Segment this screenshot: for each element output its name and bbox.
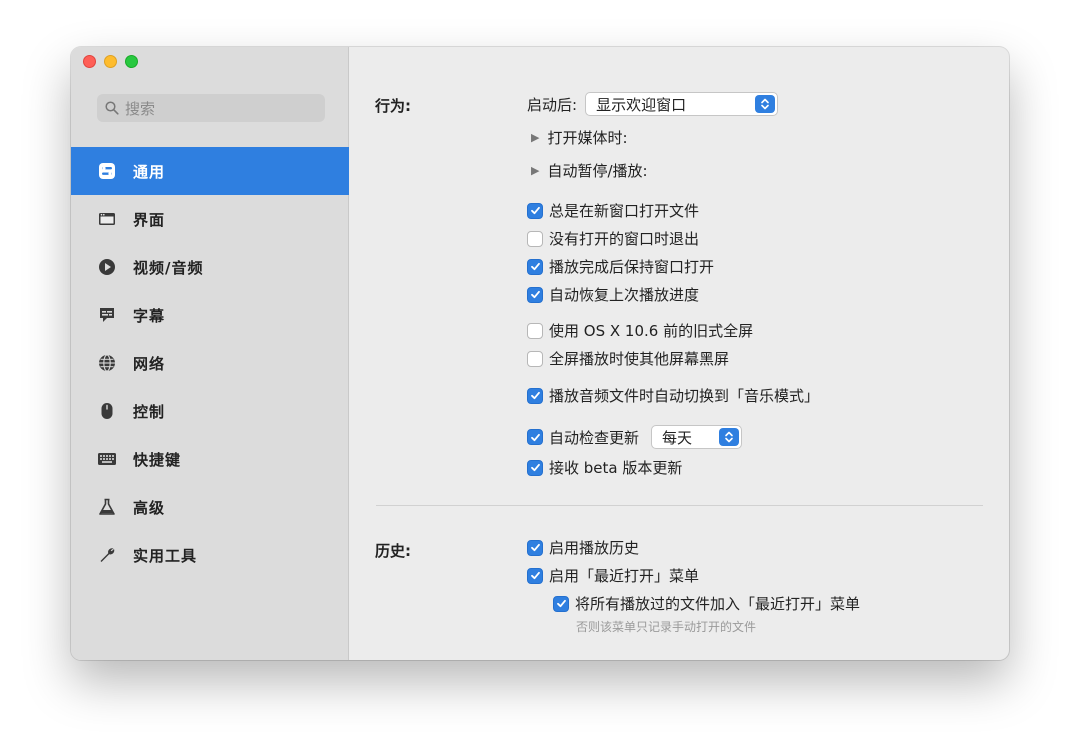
sidebar-item-label: 通用 (133, 162, 166, 181)
checkbox-label: 自动检查更新 (549, 428, 640, 447)
sidebar-item-label: 网络 (133, 354, 166, 373)
sidebar-item-advanced[interactable]: 高级 (71, 483, 349, 531)
sidebar-item-label: 字幕 (133, 306, 166, 325)
subtitle-bubble-icon (97, 305, 117, 325)
update-frequency-value: 每天 (662, 428, 693, 447)
checkbox-unchecked-icon (527, 322, 543, 339)
checkbox-label: 播放完成后保持窗口打开 (549, 258, 715, 276)
popup-arrows-icon (755, 95, 776, 113)
checkbox-label: 将所有播放过的文件加入「最近打开」菜单 (575, 595, 861, 613)
checkbox-checked-icon (527, 387, 543, 404)
checkbox-auto-check-updates[interactable]: 自动检查更新 每天 (527, 425, 743, 449)
launch-action-popup[interactable]: 显示欢迎窗口 (585, 92, 779, 116)
checkbox-keep-window-open[interactable]: 播放完成后保持窗口打开 (527, 256, 714, 277)
checkbox-music-mode[interactable]: 播放音频文件时自动切换到「音乐模式」 (527, 385, 819, 406)
checkbox-label: 启用「最近打开」菜单 (549, 567, 700, 585)
sidebar-nav: 通用 界面 视频/音频 字幕 网络 控制 快捷键 高级 实用工具 (71, 147, 349, 579)
popup-arrows-icon (719, 428, 740, 446)
launch-action-value: 显示欢迎窗口 (596, 95, 687, 114)
checkbox-label: 播放音频文件时自动切换到「音乐模式」 (549, 387, 820, 405)
checkbox-checked-icon (527, 539, 543, 556)
sidebar-item-subtitles[interactable]: 字幕 (71, 291, 349, 339)
checkbox-beta-updates[interactable]: 接收 beta 版本更新 (527, 457, 682, 478)
checkbox-checked-icon (527, 459, 543, 476)
sidebar-item-label: 界面 (133, 210, 166, 229)
general-settings-pane: 行为: 启动后: 显示欢迎窗口 ▶ 打开媒体时: ▶ 自动暂停/播放: 总是在新… (350, 47, 1009, 660)
checkbox-unchecked-icon (527, 230, 543, 247)
history-section-label: 历史: (375, 542, 411, 560)
checkbox-resume-playback[interactable]: 自动恢复上次播放进度 (527, 284, 699, 305)
auto-pause-disclosure[interactable]: ▶ 自动暂停/播放: (531, 160, 648, 181)
checkbox-checked-icon (527, 286, 543, 303)
checkbox-add-all-to-recent[interactable]: 将所有播放过的文件加入「最近打开」菜单 (553, 593, 860, 614)
window-icon (97, 209, 117, 229)
window-controls (83, 55, 138, 68)
checkbox-checked-icon (527, 567, 543, 584)
section-divider (376, 505, 983, 506)
open-media-label: 打开媒体时: (547, 129, 628, 147)
checkbox-label: 使用 OS X 10.6 前的旧式全屏 (549, 322, 754, 340)
search-input[interactable]: 搜索 (97, 94, 325, 122)
checkbox-label: 总是在新窗口打开文件 (549, 202, 700, 220)
wrench-icon (97, 545, 117, 565)
sidebar-item-interface[interactable]: 界面 (71, 195, 349, 243)
search-icon (105, 101, 119, 115)
checkbox-enable-history[interactable]: 启用播放历史 (527, 537, 639, 558)
play-circle-icon (97, 257, 117, 277)
checkbox-checked-icon (553, 595, 569, 612)
search-placeholder: 搜索 (125, 99, 156, 118)
checkbox-recent-menu[interactable]: 启用「最近打开」菜单 (527, 565, 699, 586)
checkbox-checked-icon (527, 429, 543, 445)
toggles-icon (97, 161, 117, 181)
checkbox-label: 启用播放历史 (549, 539, 640, 557)
sidebar-item-network[interactable]: 网络 (71, 339, 349, 387)
keyboard-icon (97, 449, 117, 469)
sidebar-item-label: 实用工具 (133, 546, 198, 565)
auto-pause-label: 自动暂停/播放: (547, 162, 648, 180)
checkbox-label: 全屏播放时使其他屏幕黑屏 (549, 350, 730, 368)
close-button[interactable] (83, 55, 96, 68)
sidebar: 搜索 通用 界面 视频/音频 字幕 网络 控制 快捷键 高级 实用工具 (71, 47, 349, 660)
preferences-window: 搜索 通用 界面 视频/音频 字幕 网络 控制 快捷键 高级 实用工具 行为: … (71, 47, 1009, 660)
update-frequency-popup[interactable]: 每天 (651, 425, 743, 449)
sidebar-item-shortcuts[interactable]: 快捷键 (71, 435, 349, 483)
checkbox-checked-icon (527, 202, 543, 219)
launch-setting: 启动后: 显示欢迎窗口 (527, 92, 779, 116)
sidebar-item-control[interactable]: 控制 (71, 387, 349, 435)
sidebar-item-utilities[interactable]: 实用工具 (71, 531, 349, 579)
sidebar-item-general[interactable]: 通用 (71, 147, 349, 195)
checkbox-unchecked-icon (527, 350, 543, 367)
sidebar-item-label: 视频/音频 (133, 258, 204, 277)
checkbox-always-new-window[interactable]: 总是在新窗口打开文件 (527, 200, 699, 221)
checkbox-label: 没有打开的窗口时退出 (549, 230, 700, 248)
checkbox-blackout-screens[interactable]: 全屏播放时使其他屏幕黑屏 (527, 348, 729, 369)
disclosure-triangle-icon: ▶ (531, 131, 540, 144)
globe-icon (97, 353, 117, 373)
open-media-disclosure[interactable]: ▶ 打开媒体时: (531, 127, 628, 148)
recent-menu-hint: 否则该菜单只记录手动打开的文件 (576, 620, 757, 634)
launch-label: 启动后: (527, 95, 578, 114)
behavior-section-label: 行为: (375, 97, 411, 115)
sidebar-item-video-audio[interactable]: 视频/音频 (71, 243, 349, 291)
sidebar-item-label: 快捷键 (133, 450, 182, 469)
checkbox-legacy-fullscreen[interactable]: 使用 OS X 10.6 前的旧式全屏 (527, 320, 753, 341)
sidebar-item-label: 控制 (133, 402, 166, 421)
flask-icon (97, 497, 117, 517)
minimize-button[interactable] (104, 55, 117, 68)
disclosure-triangle-icon: ▶ (531, 164, 540, 177)
sidebar-item-label: 高级 (133, 498, 166, 517)
checkbox-checked-icon (527, 258, 543, 275)
checkbox-quit-when-no-window[interactable]: 没有打开的窗口时退出 (527, 228, 699, 249)
checkbox-label: 接收 beta 版本更新 (549, 459, 683, 477)
mouse-icon (97, 401, 117, 421)
zoom-button[interactable] (125, 55, 138, 68)
checkbox-label: 自动恢复上次播放进度 (549, 286, 700, 304)
